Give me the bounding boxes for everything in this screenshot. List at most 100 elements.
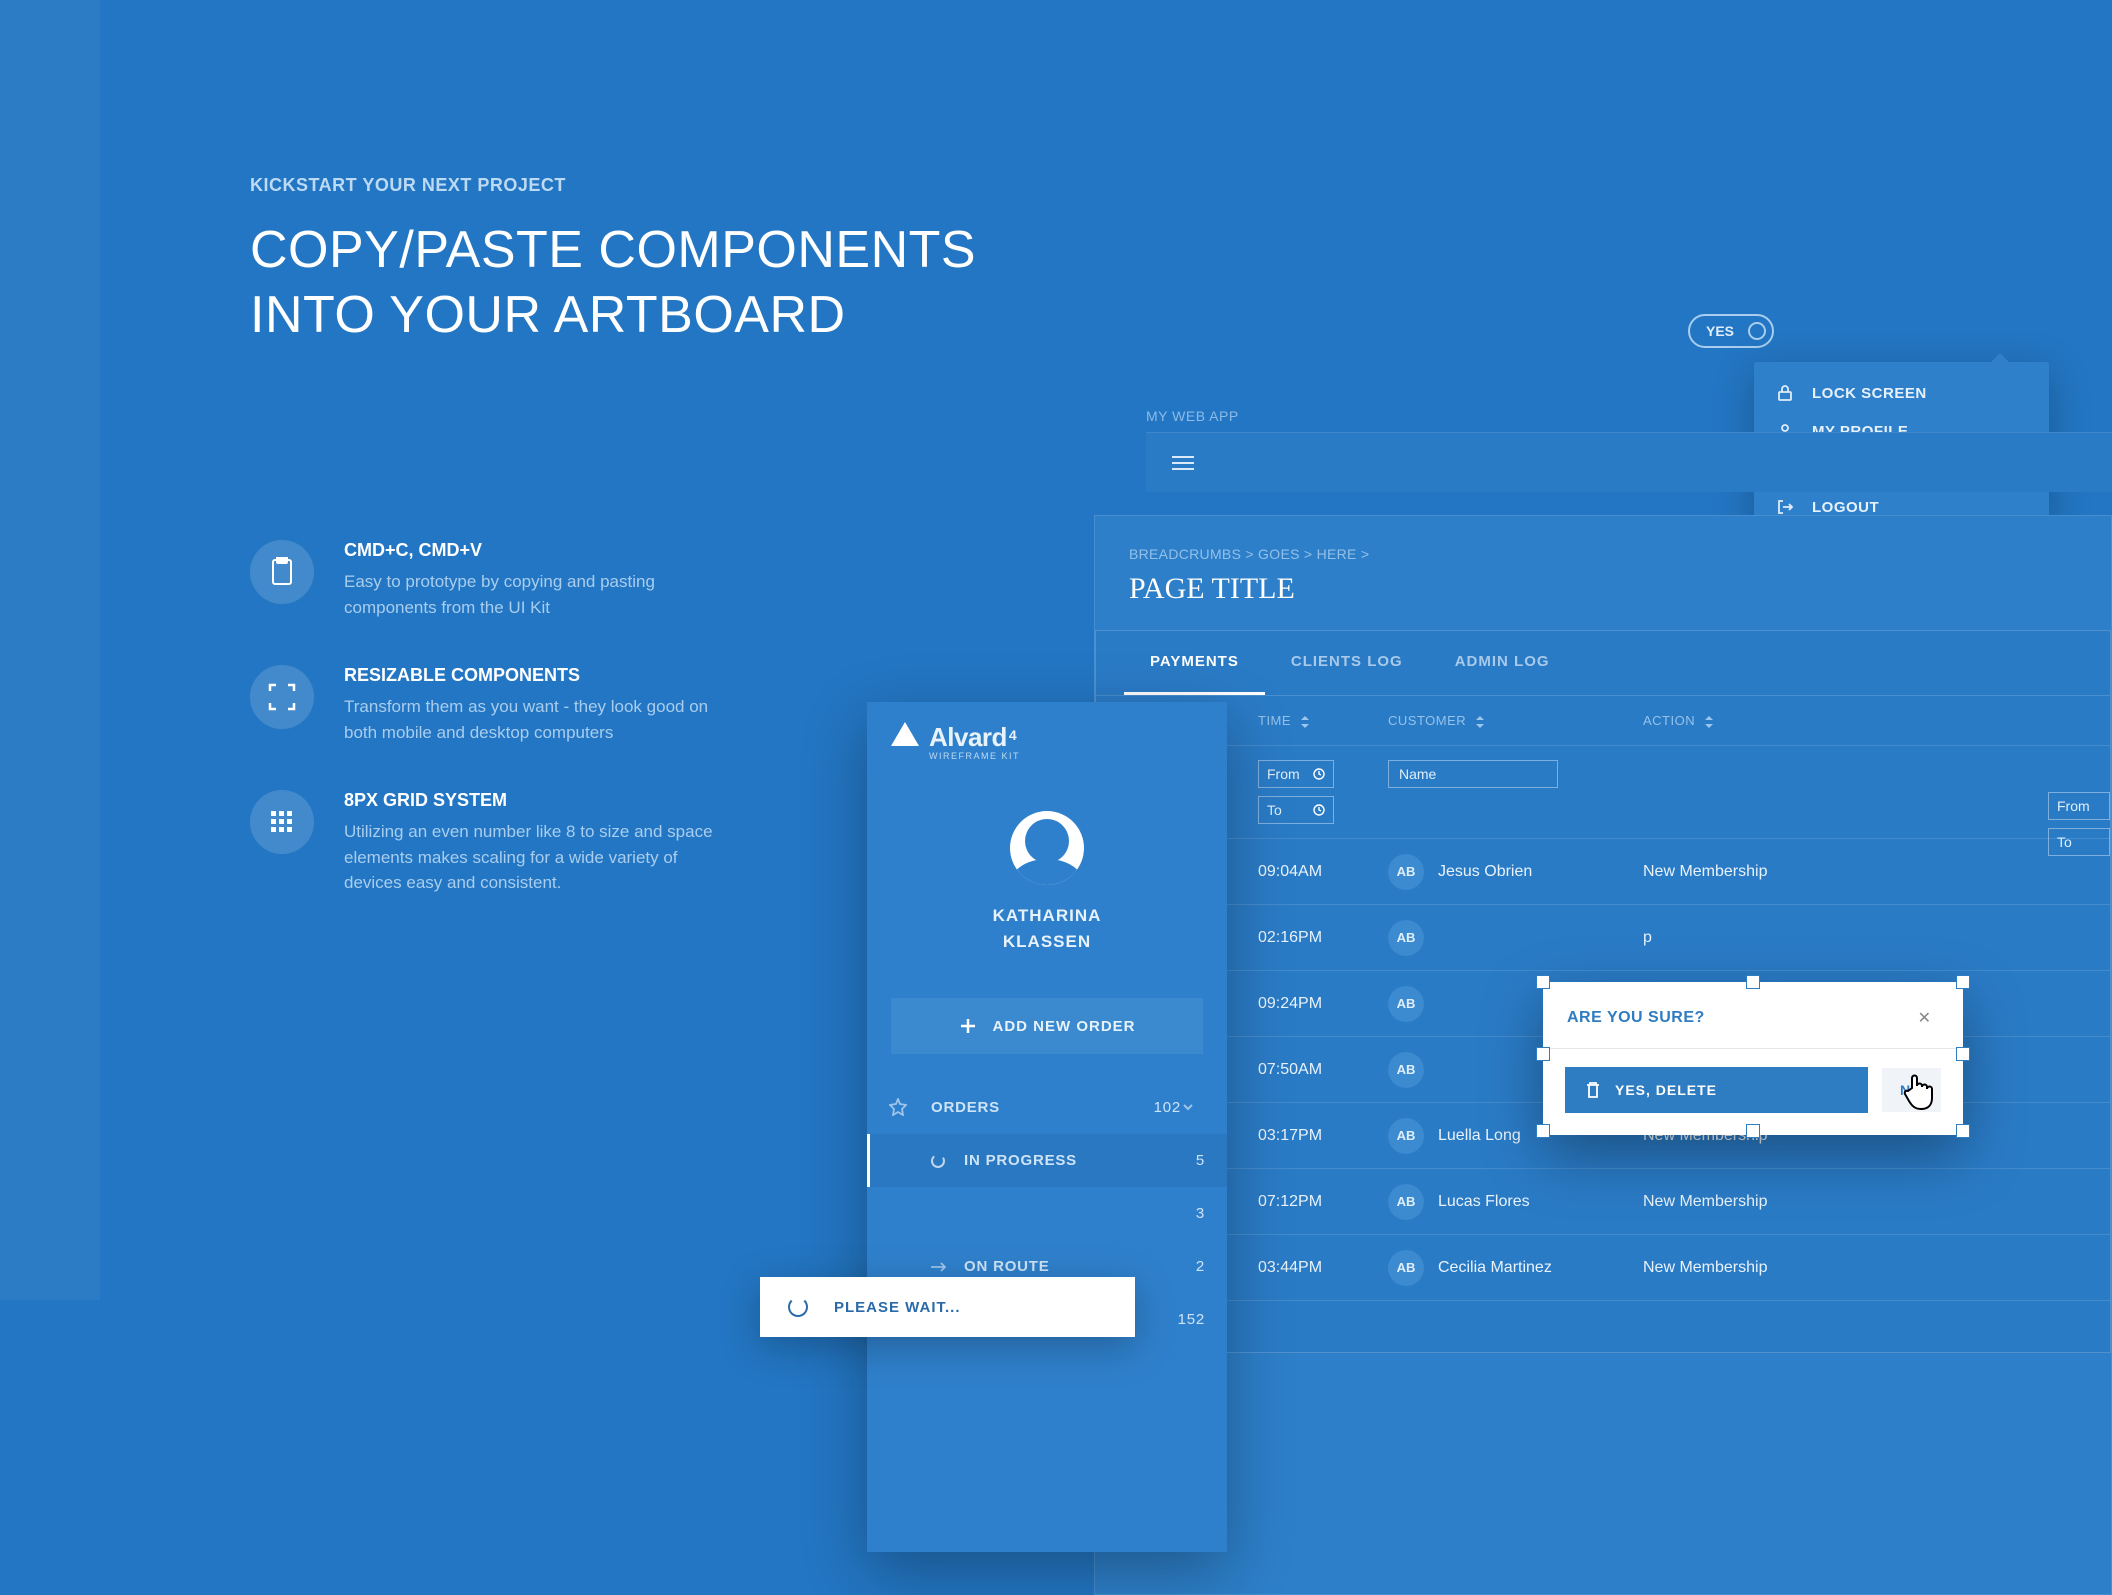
cell-time: 07:12PM: [1258, 1193, 1388, 1211]
hamburger-icon[interactable]: [1172, 452, 1194, 474]
feature-title: 8PX GRID SYSTEM: [344, 790, 734, 811]
brand: Alvard4 WIREFRAME KIT: [867, 718, 1227, 781]
confirm-title: ARE YOU SURE?: [1567, 1009, 1705, 1027]
chevron-down-icon: [1181, 1100, 1195, 1114]
customer-name: Luella Long: [1438, 1127, 1521, 1145]
hero: KICKSTART YOUR NEXT PROJECT COPY/PASTE C…: [250, 175, 976, 348]
arrow-right-icon: [930, 1261, 948, 1273]
nav-label: IN PROGRESS: [964, 1152, 1165, 1169]
selection-handle[interactable]: [1536, 1047, 1550, 1061]
nav-count: 152: [1165, 1311, 1205, 1328]
selection-handle[interactable]: [1536, 975, 1550, 989]
table-footer-total: TOTAL: [1096, 1301, 2110, 1352]
action-from-filter[interactable]: From: [2048, 792, 2110, 820]
selection-handle[interactable]: [1746, 1124, 1760, 1138]
toggle-label: YES: [1706, 323, 1734, 339]
add-button-label: ADD NEW ORDER: [993, 1018, 1136, 1035]
brand-subtitle: WIREFRAME KIT: [929, 751, 1020, 761]
nav-label: ORDERS: [931, 1099, 1141, 1116]
breadcrumb[interactable]: BREADCRUMBS > GOES > HERE >: [1095, 516, 2111, 572]
table-row[interactable]: 04-16-2018 02:16PM AB p: [1096, 905, 2110, 971]
avatar-badge: AB: [1388, 1052, 1424, 1088]
cell-customer: AB: [1388, 920, 1643, 956]
spinner-icon: [930, 1153, 946, 1169]
toggle-knob: [1748, 322, 1766, 340]
nav-count: 3: [1165, 1205, 1205, 1222]
table-row[interactable]: 04-07-2018 03:44PM AB Cecilia Martinez N…: [1096, 1235, 2110, 1301]
yes-label: YES, DELETE: [1615, 1082, 1717, 1098]
avatar-badge: AB: [1388, 920, 1424, 956]
col-action[interactable]: ACTION: [1643, 713, 1903, 728]
nav-count: 5: [1165, 1152, 1205, 1169]
time-to-filter[interactable]: To: [1258, 796, 1334, 824]
feature-title: RESIZABLE COMPONENTS: [344, 665, 734, 686]
avatar-badge: AB: [1388, 1118, 1424, 1154]
star-icon: [889, 1098, 907, 1116]
brand-name: Alvard: [929, 722, 1007, 752]
selection-handle[interactable]: [1956, 975, 1970, 989]
cell-time: 03:17PM: [1258, 1127, 1388, 1145]
nav-sub-item[interactable]: 3: [867, 1187, 1227, 1240]
selection-handle[interactable]: [1536, 1124, 1550, 1138]
col-customer[interactable]: CUSTOMER: [1388, 713, 1643, 728]
brand-version: 4: [1009, 727, 1017, 743]
add-new-order-button[interactable]: ADD NEW ORDER: [891, 998, 1203, 1054]
cell-action: p: [1643, 929, 1903, 947]
menu-label: LOGOUT: [1812, 499, 1879, 516]
avatar[interactable]: [1010, 811, 1084, 885]
selection-handle[interactable]: [1956, 1124, 1970, 1138]
cell-customer: AB Lucas Flores: [1388, 1184, 1643, 1220]
close-icon[interactable]: ✕: [1910, 1004, 1939, 1032]
tab-admin-log[interactable]: ADMIN LOG: [1429, 631, 1576, 695]
col-time[interactable]: TIME: [1258, 713, 1388, 728]
feature-body: Easy to prototype by copying and pasting…: [344, 569, 734, 620]
clipboard-icon: [250, 540, 314, 604]
customer-name: Jesus Obrien: [1438, 863, 1532, 881]
page-title: PAGE TITLE: [1095, 572, 2111, 630]
yes-toggle[interactable]: YES: [1688, 314, 1774, 348]
avatar-badge: AB: [1388, 1184, 1424, 1220]
background-panel: [0, 0, 100, 1300]
action-to-filter[interactable]: To: [2048, 828, 2110, 856]
feature-text: CMD+C, CMD+V Easy to prototype by copyin…: [344, 540, 734, 620]
brand-mark-icon: [891, 722, 919, 746]
feature-list: CMD+C, CMD+V Easy to prototype by copyin…: [250, 540, 850, 941]
resize-icon: [250, 665, 314, 729]
table-row[interactable]: 05-09-2018 09:04AM AB Jesus Obrien New M…: [1096, 839, 2110, 905]
profile-name: KATHARINA KLASSEN: [867, 903, 1227, 954]
avatar-badge: AB: [1388, 1250, 1424, 1286]
feature-title: CMD+C, CMD+V: [344, 540, 734, 561]
spinner-icon: [788, 1297, 808, 1317]
nav-in-progress[interactable]: IN PROGRESS 5: [867, 1134, 1227, 1187]
menu-item-lock-screen[interactable]: LOCK SCREEN: [1754, 374, 2049, 412]
hero-title-line2: INTO YOUR ARTBOARD: [250, 286, 846, 344]
cursor-hand-icon: [1902, 1070, 1938, 1117]
clock-icon: [1313, 804, 1325, 816]
logout-icon: [1776, 498, 1794, 516]
table-header: DATE TIME CUSTOMER ACTION: [1096, 696, 2110, 746]
tablist: PAYMENTS CLIENTS LOG ADMIN LOG: [1096, 631, 2110, 696]
selection-handle[interactable]: [1746, 975, 1760, 989]
selection-handle[interactable]: [1956, 1047, 1970, 1061]
feature-grid: 8PX GRID SYSTEM Utilizing an even number…: [250, 790, 850, 896]
feature-copy-paste: CMD+C, CMD+V Easy to prototype by copyin…: [250, 540, 850, 620]
nav-orders[interactable]: ORDERS 102: [867, 1080, 1227, 1134]
hero-kicker: KICKSTART YOUR NEXT PROJECT: [250, 175, 976, 196]
feature-text: RESIZABLE COMPONENTS Transform them as y…: [344, 665, 734, 745]
tab-clients-log[interactable]: CLIENTS LOG: [1265, 631, 1429, 695]
table-row[interactable]: 09-20-2018 07:12PM AB Lucas Flores New M…: [1096, 1169, 2110, 1235]
cell-time: 02:16PM: [1258, 929, 1388, 947]
avatar-badge: AB: [1388, 854, 1424, 890]
filter-row: From To From To Name: [1096, 746, 2110, 839]
customer-name: Lucas Flores: [1438, 1193, 1530, 1211]
yes-delete-button[interactable]: YES, DELETE: [1565, 1067, 1868, 1113]
time-from-filter[interactable]: From: [1258, 760, 1334, 788]
cell-action: New Membership: [1643, 863, 1903, 881]
avatar-badge: AB: [1388, 986, 1424, 1022]
nav-count: 102: [1141, 1099, 1181, 1116]
appbar-label: MY WEB APP: [1146, 408, 1239, 424]
name-filter[interactable]: Name: [1388, 760, 1558, 788]
tab-payments[interactable]: PAYMENTS: [1124, 631, 1265, 695]
customer-name: Cecilia Martinez: [1438, 1259, 1552, 1277]
grid-icon: [250, 790, 314, 854]
